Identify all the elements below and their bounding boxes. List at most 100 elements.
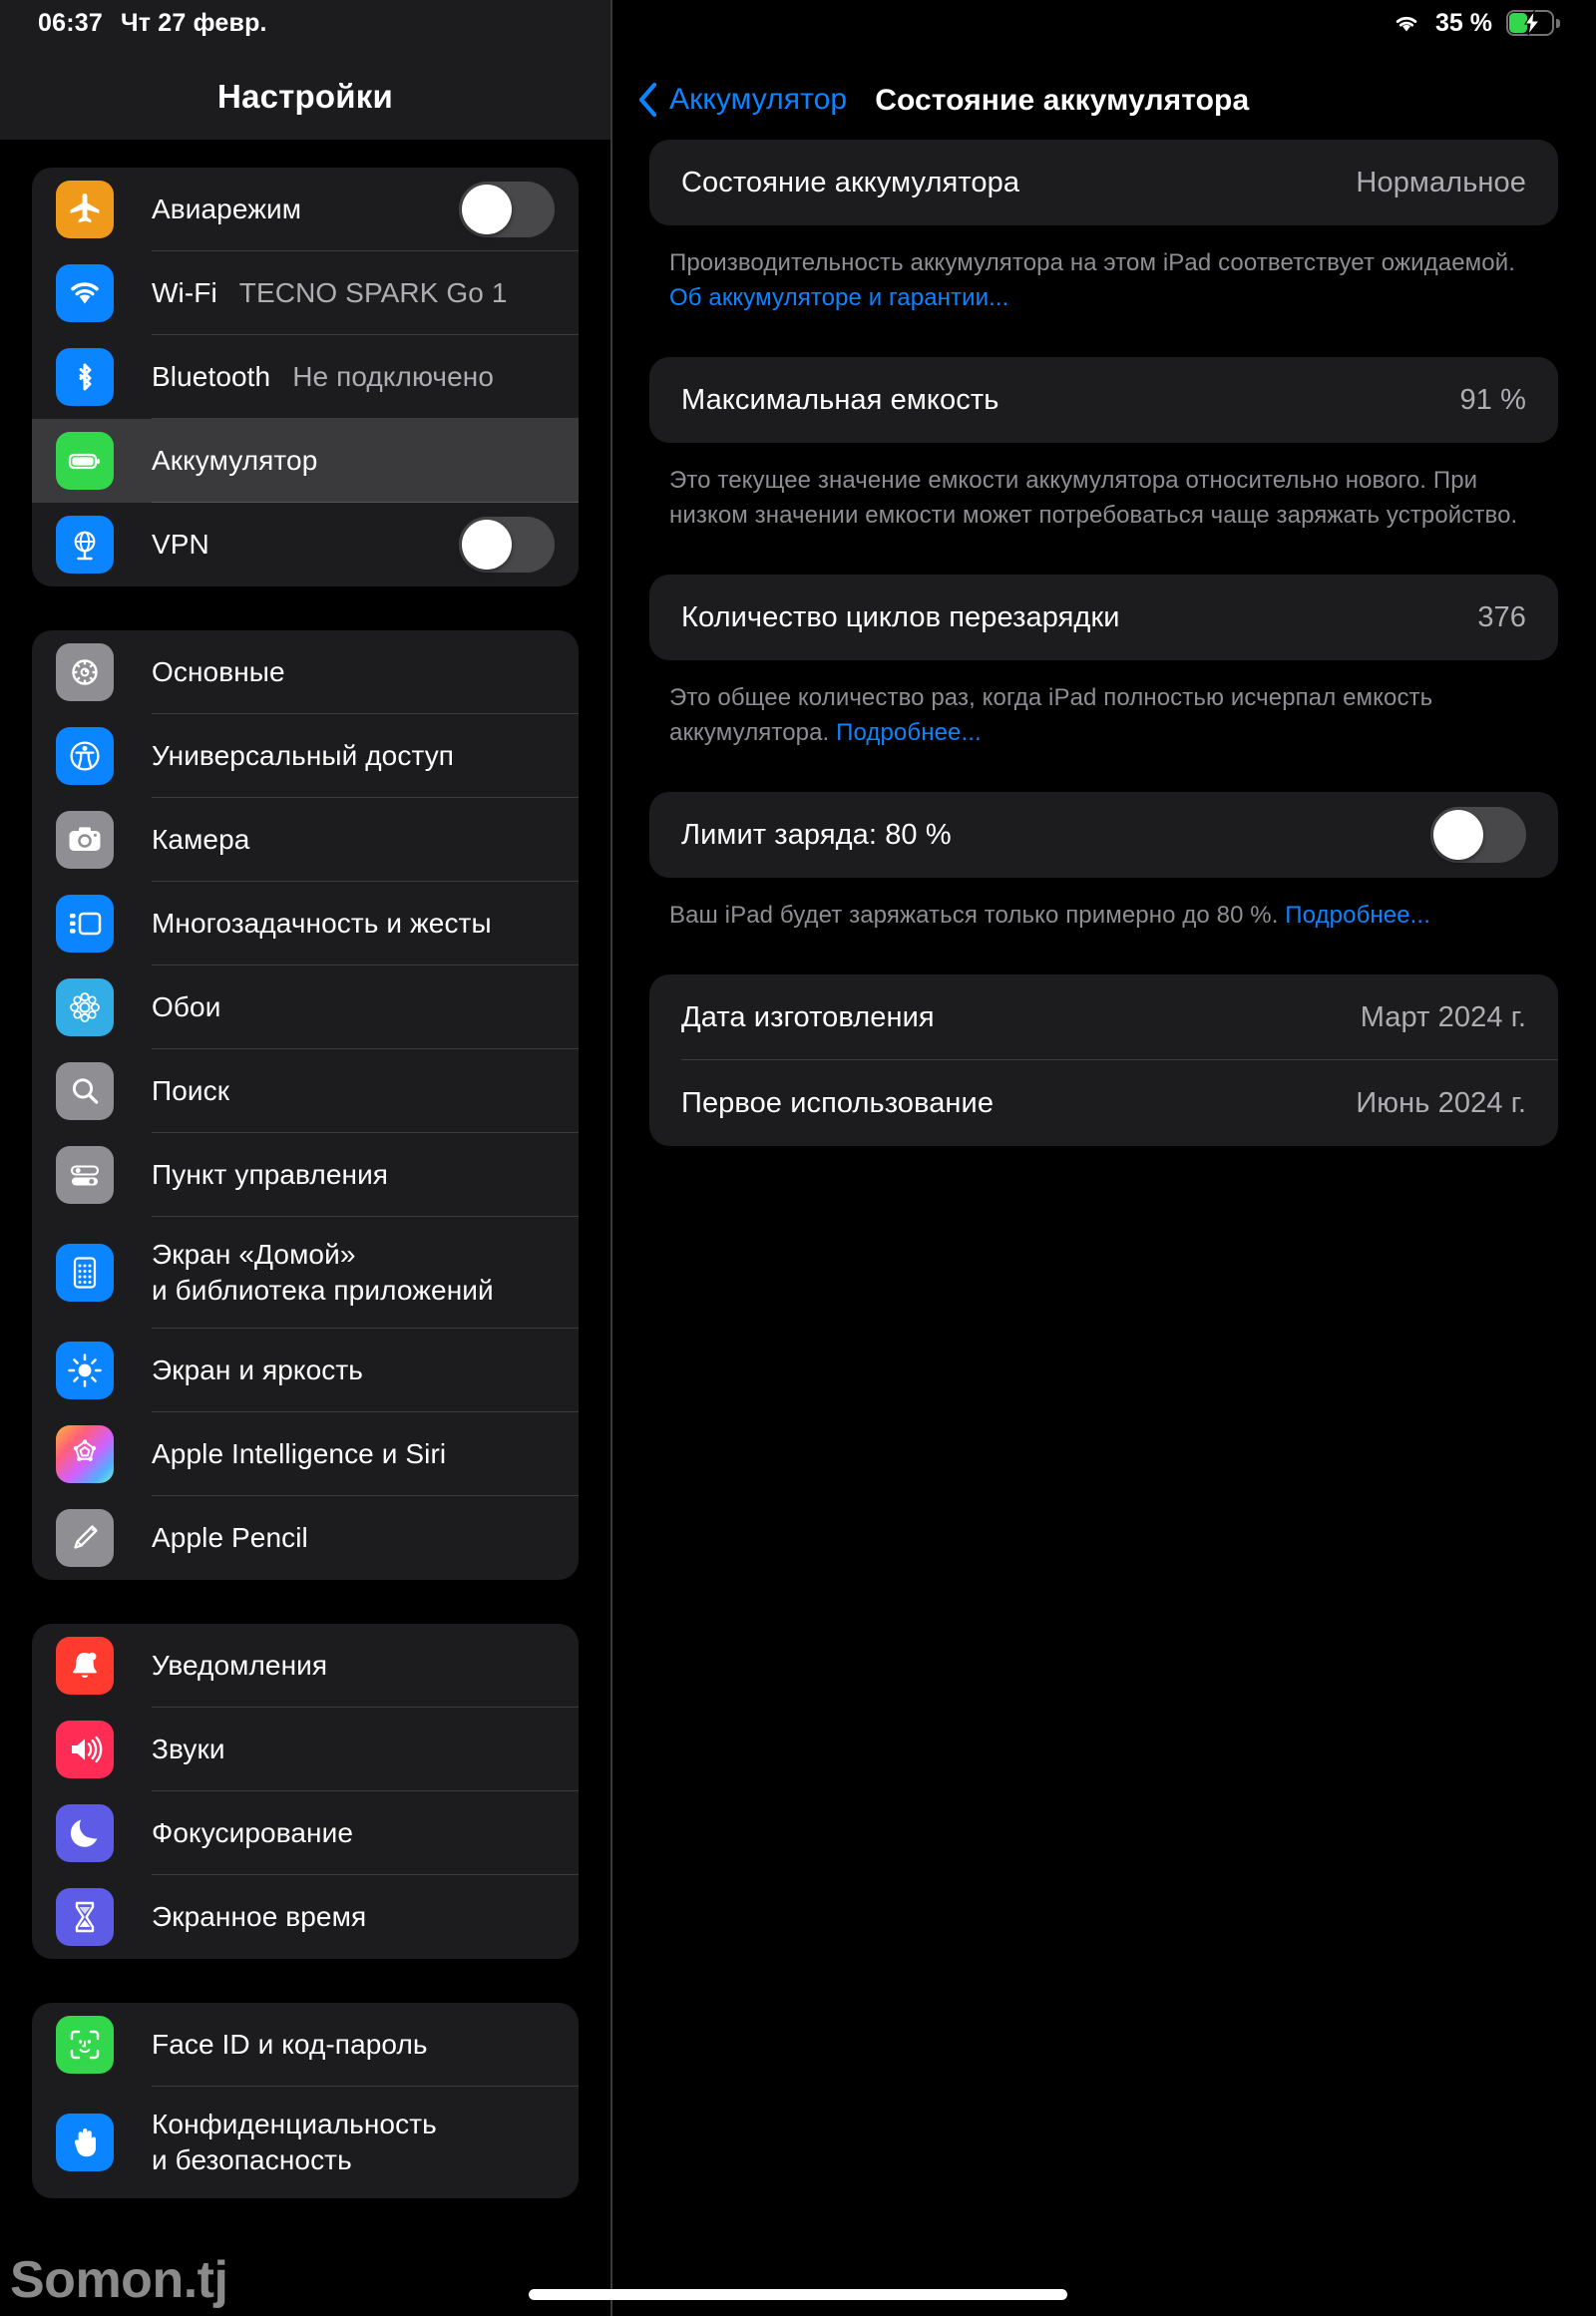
sidebar-groups: Авиарежим Wi-Fi TECNO SPARK Go 1 Bluetooth Н… bbox=[0, 168, 610, 2198]
brightness-icon bbox=[56, 1342, 114, 1399]
hourglass-icon bbox=[56, 1888, 114, 1946]
sidebar-item-label: Обои bbox=[152, 991, 221, 1023]
sidebar-item-apple-intelligence-и-siri[interactable]: Apple Intelligence и Siri bbox=[32, 1412, 579, 1496]
sidebar-item-label: Конфиденциальность и безопасность bbox=[152, 2109, 437, 2175]
sidebar-item-экранное-время[interactable]: Экранное время bbox=[32, 1875, 579, 1959]
detail-row-лимит-заряда-80[interactable]: Лимит заряда: 80 % bbox=[649, 792, 1558, 878]
pane-divider bbox=[610, 0, 612, 2316]
status-bar-right: 35 % bbox=[1392, 9, 1596, 38]
site-watermark: Somon.tj bbox=[10, 2251, 228, 2309]
faceid-icon bbox=[56, 2016, 114, 2074]
status-time: 06:37 bbox=[38, 8, 103, 37]
detail-row-key: Максимальная емкость bbox=[681, 383, 999, 416]
sidebar-item-многозадачность-и-жесты[interactable]: Многозадачность и жесты bbox=[32, 882, 579, 965]
status-bar: 06:37 Чт 27 февр. 35 % bbox=[0, 0, 1596, 46]
sidebar-item-камера[interactable]: Камера bbox=[32, 798, 579, 882]
sidebar-item-звуки[interactable]: Звуки bbox=[32, 1708, 579, 1791]
gear-icon bbox=[56, 643, 114, 701]
detail-row-максимальная-емкость: Максимальная емкость 91 % bbox=[649, 357, 1558, 443]
sidebar-item-аккумулятор[interactable]: Аккумулятор bbox=[32, 419, 579, 503]
sidebar-item-label: VPN bbox=[152, 529, 209, 561]
detail-sections: Состояние аккумулятора Нормальное Производ… bbox=[611, 140, 1596, 1198]
sidebar-item-уведомления[interactable]: Уведомления bbox=[32, 1624, 579, 1708]
sidebar-item-value: TECNO SPARK Go 1 bbox=[238, 277, 508, 308]
sidebar-item-label: Apple Intelligence и Siri bbox=[152, 1438, 447, 1470]
pencil-icon bbox=[56, 1509, 114, 1567]
sidebar-item-основные[interactable]: Основные bbox=[32, 630, 579, 714]
sidebar-group-2: Уведомления Звуки Фокусирование Экранное вр… bbox=[32, 1624, 579, 1959]
sidebar-item-универсальный-доступ[interactable]: Универсальный доступ bbox=[32, 714, 579, 798]
detail-card-1: Максимальная емкость 91 % bbox=[649, 357, 1558, 444]
sidebar-item-экран-домой-и-библиотека-приложений[interactable]: Экран «Домой» и библиотека приложений bbox=[32, 1217, 579, 1329]
status-bar-left: 06:37 Чт 27 февр. bbox=[0, 9, 267, 38]
sidebar-group-3: Face ID и код-пароль Конфиденциальность и… bbox=[32, 2003, 579, 2198]
sidebar-item-bluetooth[interactable]: Bluetooth Не подключено bbox=[32, 335, 579, 419]
detail-row-value: Нормальное bbox=[1356, 166, 1526, 198]
detail-row-key: Дата изготовления bbox=[681, 1000, 935, 1033]
battery-percent-label: 35 % bbox=[1435, 8, 1492, 37]
sidebar-item-label: Пункт управления bbox=[152, 1159, 389, 1191]
accessibility-icon bbox=[56, 727, 114, 785]
sidebar-item-label: Bluetooth bbox=[152, 361, 271, 393]
detail-row-value: Июнь 2024 г. bbox=[1356, 1086, 1526, 1119]
sidebar-item-face-id-и-код-пароль[interactable]: Face ID и код-пароль bbox=[32, 2003, 579, 2087]
airplane-icon bbox=[56, 181, 114, 238]
sidebar-item-поиск[interactable]: Поиск bbox=[32, 1049, 579, 1133]
detail-note-link[interactable]: Подробнее... bbox=[1285, 902, 1430, 929]
sidebar-item-wi-fi[interactable]: Wi-Fi TECNO SPARK Go 1 bbox=[32, 251, 579, 335]
sidebar-item-label: Face ID и код-пароль bbox=[152, 2029, 428, 2061]
back-button[interactable]: Аккумулятор bbox=[637, 82, 847, 118]
speaker-icon bbox=[56, 1721, 114, 1778]
back-button-label: Аккумулятор bbox=[669, 83, 848, 116]
settings-sidebar[interactable]: Настройки Авиарежим Wi-Fi TECNO SPARK Go 1… bbox=[0, 0, 610, 2316]
sidebar-item-конфиденциальность-и-безопасность[interactable]: Конфиденциальность и безопасность bbox=[32, 2087, 579, 2198]
sidebar-item-фокусирование[interactable]: Фокусирование bbox=[32, 1791, 579, 1875]
toggle-switch[interactable] bbox=[459, 517, 555, 573]
detail-row-value: 376 bbox=[1477, 600, 1526, 633]
detail-card-0: Состояние аккумулятора Нормальное bbox=[649, 140, 1558, 225]
sidebar-item-label: Экран и яркость bbox=[152, 1354, 363, 1386]
sidebar-item-label: Основные bbox=[152, 656, 285, 688]
toggle-knob bbox=[462, 520, 512, 570]
moon-icon bbox=[56, 1804, 114, 1862]
home-indicator[interactable] bbox=[529, 2289, 1067, 2300]
sidebar-item-apple-pencil[interactable]: Apple Pencil bbox=[32, 1496, 579, 1580]
detail-row-value: Март 2024 г. bbox=[1360, 1000, 1526, 1033]
sidebar-group-0: Авиарежим Wi-Fi TECNO SPARK Go 1 Bluetooth Н… bbox=[32, 168, 579, 586]
sidebar-item-value: Не подключено bbox=[292, 361, 495, 392]
sidebar-item-авиарежим[interactable]: Авиарежим bbox=[32, 168, 579, 251]
sidebar-item-пункт-управления[interactable]: Пункт управления bbox=[32, 1133, 579, 1217]
sidebar-item-vpn[interactable]: VPN bbox=[32, 503, 579, 586]
charge-limit-toggle[interactable] bbox=[1430, 807, 1526, 864]
detail-card-note-2: Это общее количество раз, когда iPad пол… bbox=[669, 684, 1433, 747]
wifi-icon bbox=[1392, 11, 1421, 35]
detail-row-value: 91 % bbox=[1459, 383, 1526, 416]
sidebar-item-label: Уведомления bbox=[152, 1650, 328, 1682]
detail-row-дата-изготовления: Дата изготовления Март 2024 г. bbox=[649, 974, 1558, 1061]
detail-row-key: Первое использование bbox=[681, 1086, 995, 1119]
detail-row-key: Состояние аккумулятора bbox=[681, 166, 1020, 198]
sidebar-item-обои[interactable]: Обои bbox=[32, 965, 579, 1049]
detail-note-link[interactable]: Об аккумуляторе и гарантии... bbox=[669, 284, 1008, 311]
sidebar-item-label: Поиск bbox=[152, 1075, 230, 1107]
wallpaper-icon bbox=[56, 978, 114, 1036]
detail-card-note-0: Производительность аккумулятора на этом … bbox=[669, 249, 1515, 312]
detail-row-key: Лимит заряда: 80 % bbox=[681, 818, 952, 851]
ipad-settings-screen: 06:37 Чт 27 февр. 35 % Настройки Авиареж… bbox=[0, 0, 1596, 2316]
bluetooth-icon bbox=[56, 348, 114, 406]
detail-note-link[interactable]: Подробнее... bbox=[836, 719, 982, 746]
detail-row-key: Количество циклов перезарядки bbox=[681, 600, 1120, 633]
chevron-left-icon bbox=[637, 82, 659, 118]
toggle-knob bbox=[1433, 810, 1483, 861]
page-title: Настройки bbox=[217, 78, 393, 115]
sidebar-item-экран-и-яркость[interactable]: Экран и яркость bbox=[32, 1329, 579, 1412]
camera-icon bbox=[56, 811, 114, 869]
battery-icon bbox=[56, 432, 114, 490]
toggle-switch[interactable] bbox=[459, 182, 555, 237]
privacy-hand-icon bbox=[56, 2114, 114, 2171]
detail-card-note-1: Это текущее значение емкости аккумулятор… bbox=[669, 467, 1518, 530]
